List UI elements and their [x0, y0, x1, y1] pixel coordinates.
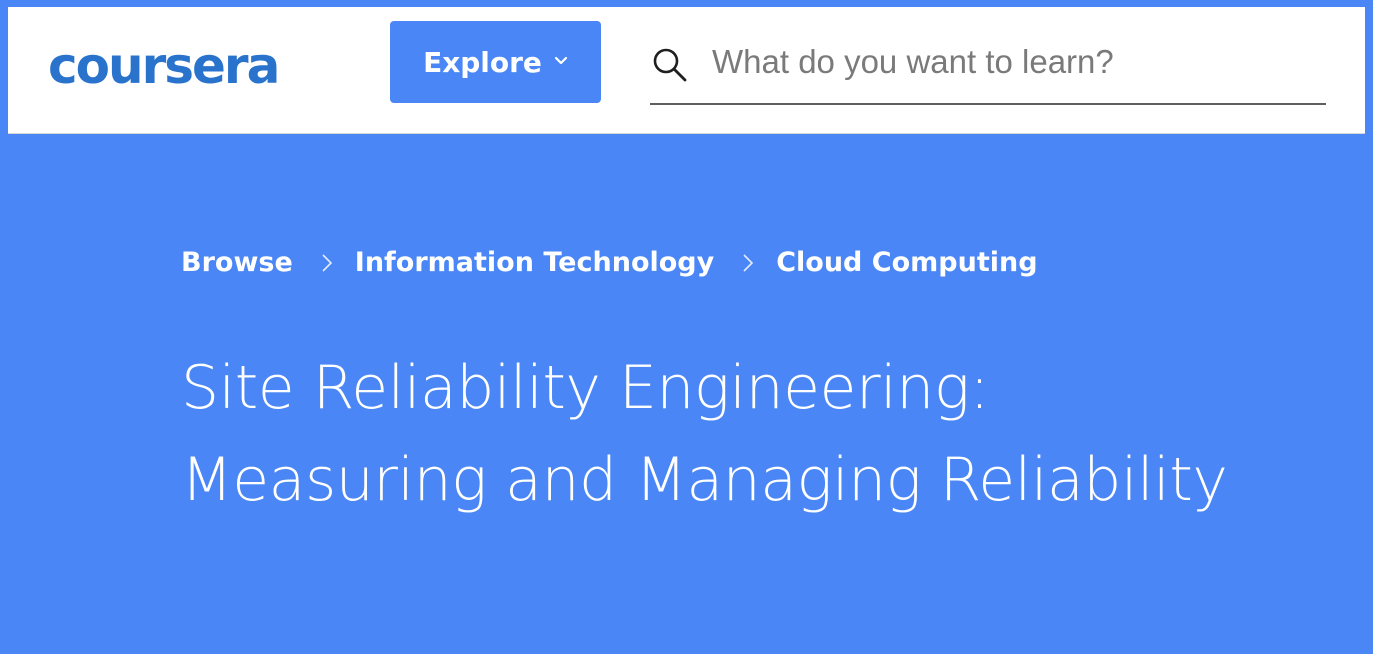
search-icon[interactable] — [650, 45, 690, 85]
search-bar — [650, 27, 1326, 105]
breadcrumb: Browse Information Technology Cloud Comp… — [181, 247, 1038, 278]
coursera-logo[interactable]: coursera — [48, 43, 348, 93]
breadcrumb-item-browse[interactable]: Browse — [181, 247, 293, 278]
search-input[interactable] — [710, 35, 1314, 89]
chevron-right-icon — [322, 253, 332, 272]
breadcrumb-item-information-technology[interactable]: Information Technology — [355, 247, 714, 278]
logo-text: coursera — [48, 43, 278, 93]
top-header: coursera Explore — [8, 7, 1365, 134]
course-hero-banner: Browse Information Technology Cloud Comp… — [8, 134, 1365, 648]
chevron-down-icon — [554, 56, 568, 65]
explore-label: Explore — [423, 45, 542, 79]
course-title: Site Reliability Engineering: Measuring … — [181, 353, 1228, 515]
breadcrumb-item-cloud-computing[interactable]: Cloud Computing — [776, 247, 1037, 278]
chevron-right-icon — [743, 253, 754, 272]
explore-button[interactable]: Explore — [390, 21, 601, 103]
